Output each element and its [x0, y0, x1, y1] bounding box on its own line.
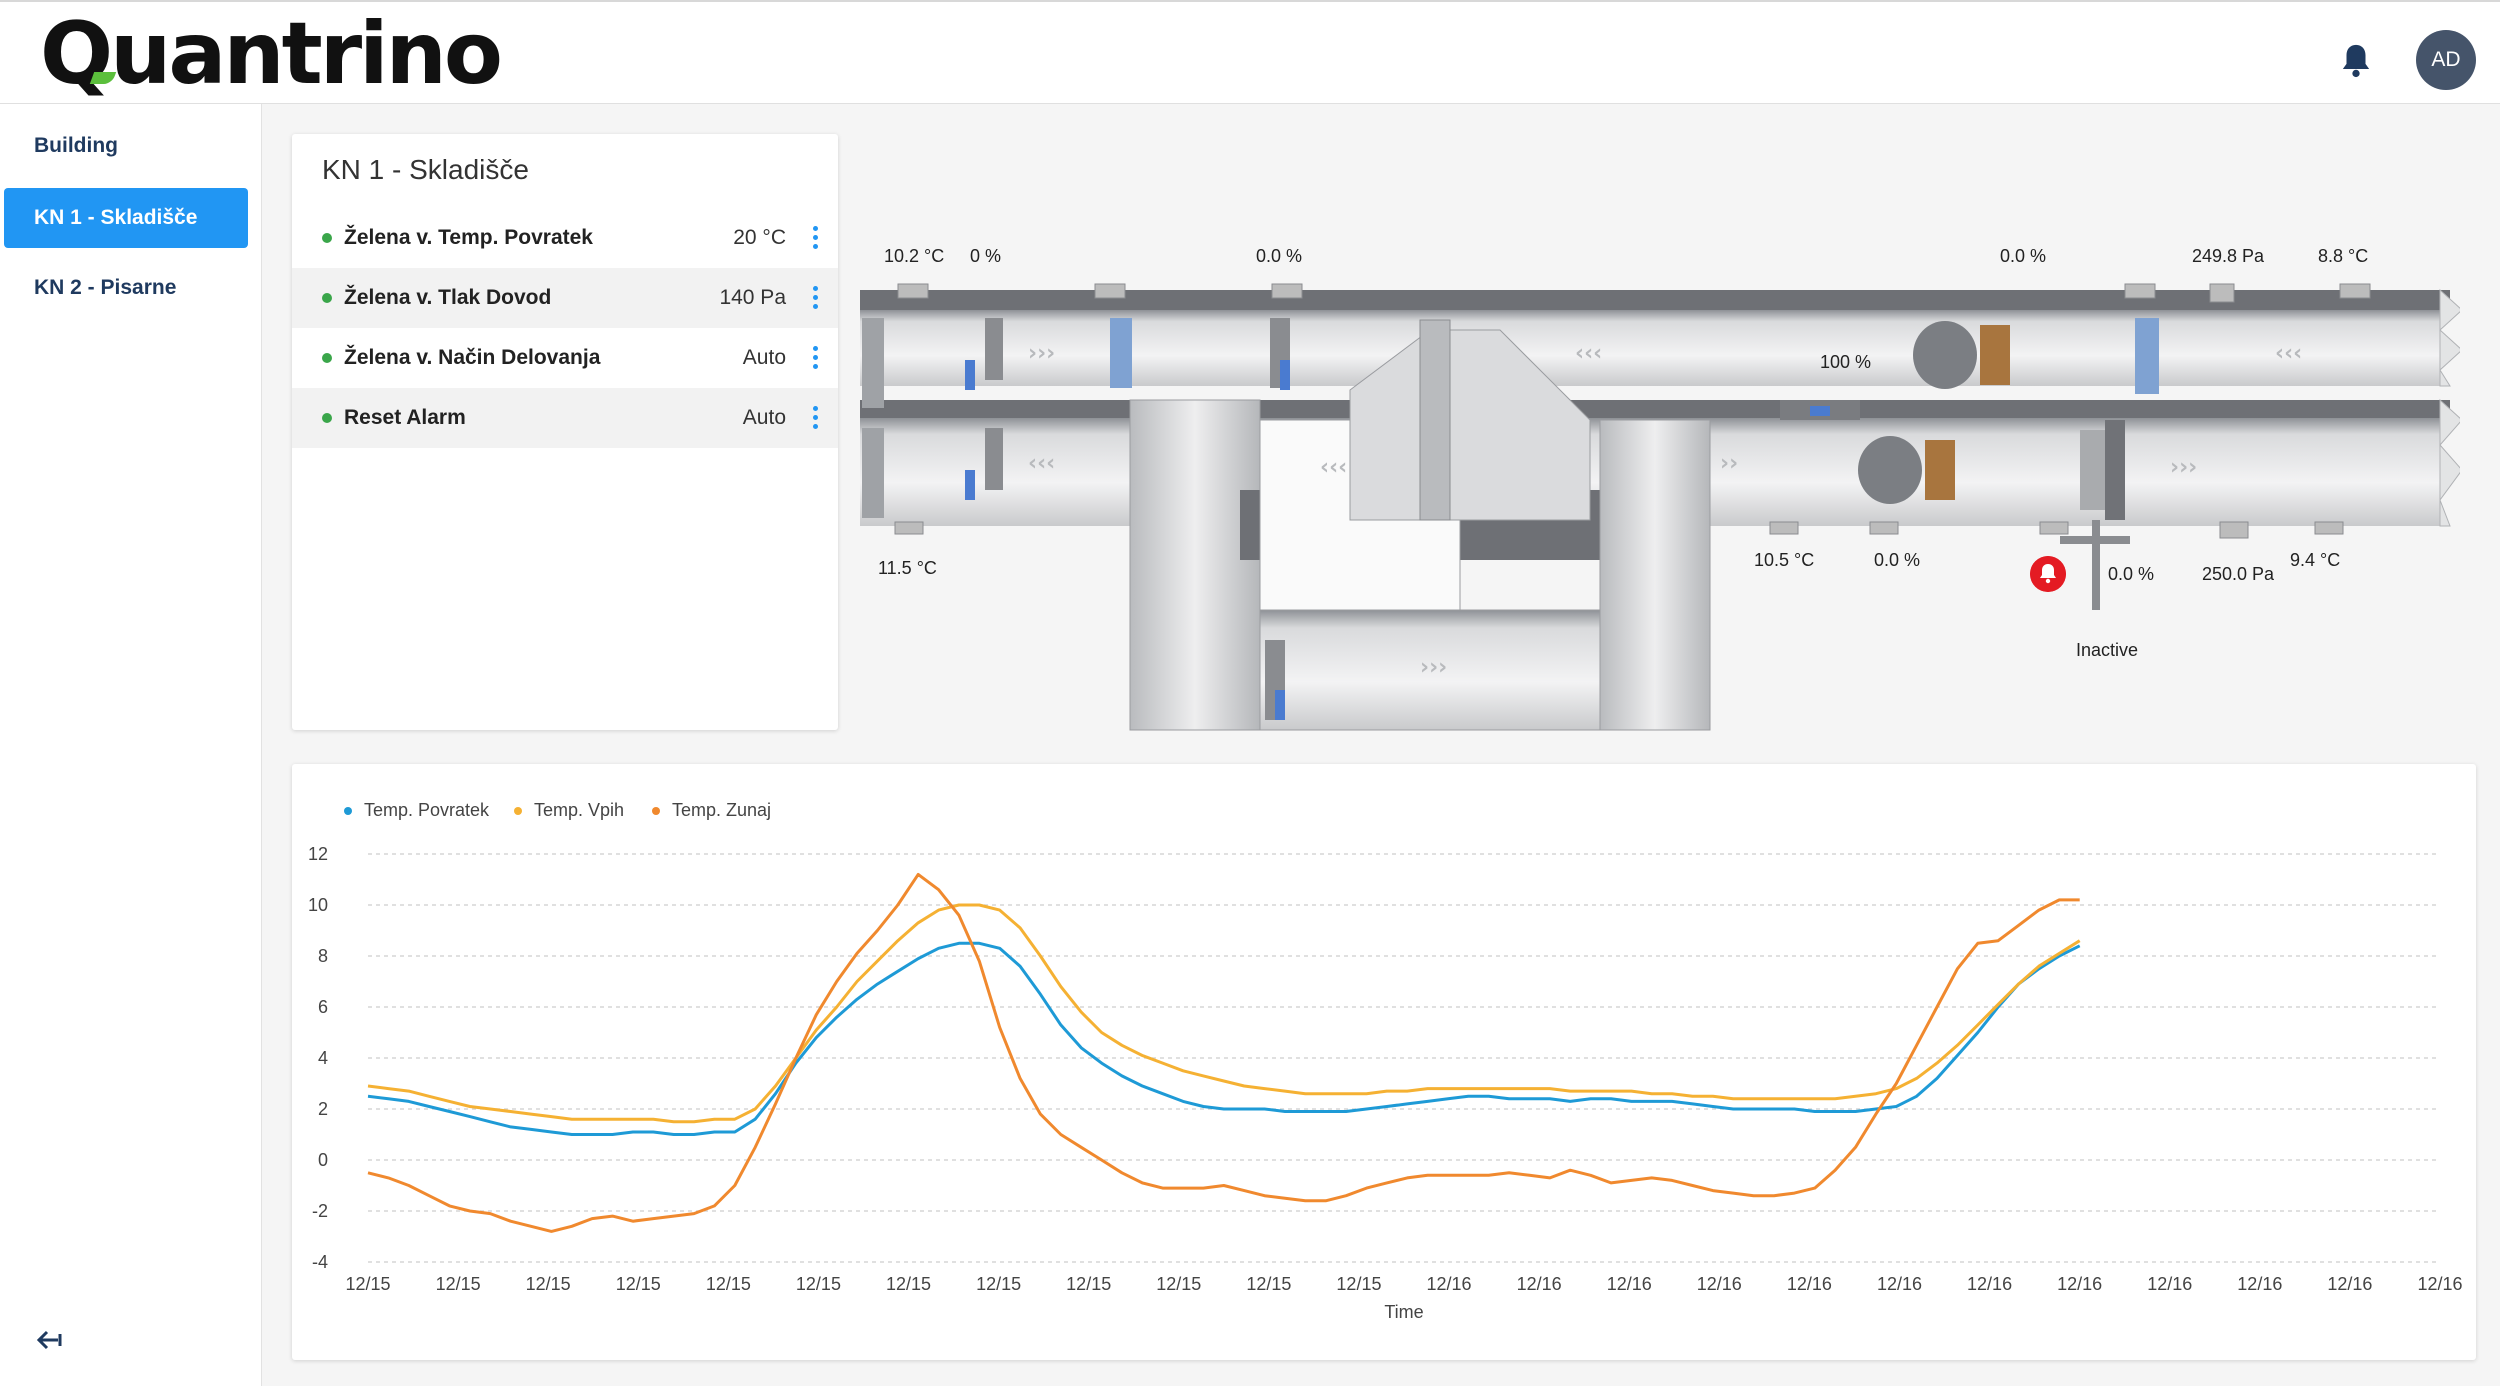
status-dot [322, 233, 332, 243]
app-root: Quantrino AD Building KN 1 - Skladišče K… [0, 0, 2500, 1386]
kebab-menu-icon[interactable] [810, 344, 820, 372]
kebab-menu-icon[interactable] [810, 404, 820, 432]
arrow-left-icon [36, 1330, 62, 1350]
setpoint-value: Auto [742, 346, 786, 369]
setpoint-row: Želena v. Način Delovanja Auto [292, 328, 838, 388]
x-tick-label: 12/15 [1066, 1274, 1111, 1294]
series-line-temp-povratek [367, 941, 2081, 1136]
x-tick-label: 12/16 [2417, 1274, 2462, 1294]
quantrino-logo: Quantrino [40, 4, 503, 104]
x-tick-label: 12/15 [616, 1274, 661, 1294]
readout-bottom-mid-temp: 10.5 °C [1754, 550, 1815, 570]
top-header: Quantrino AD [0, 0, 2500, 104]
setpoint-row: Želena v. Tlak Dovod 140 Pa [292, 268, 838, 328]
sidebar-item-building[interactable]: Building [4, 116, 248, 176]
y-tick-label: 4 [318, 1048, 328, 1068]
x-tick-label: 12/16 [2057, 1274, 2102, 1294]
y-tick-label: 0 [318, 1150, 328, 1170]
temperature-chart-card: Temp. Povratek Temp. Vpih Temp. Zunaj -4… [292, 764, 2476, 1360]
setpoint-card: KN 1 - Skladišče Želena v. Temp. Povrate… [292, 134, 838, 730]
sidebar-item-kn1-skladisce[interactable]: KN 1 - Skladišče [4, 188, 248, 248]
svg-text:‹‹‹: ‹‹‹ [1320, 455, 1347, 480]
card-title: KN 1 - Skladišče [322, 154, 529, 185]
setpoint-label: Reset Alarm [344, 406, 466, 429]
setpoint-row: Reset Alarm Auto [292, 388, 838, 448]
readout-top-right-temp: 8.8 °C [2318, 246, 2369, 266]
svg-text:‹‹‹: ‹‹‹ [1028, 451, 1055, 476]
y-tick-label: -2 [312, 1201, 328, 1221]
supply-duct-top [860, 288, 2460, 387]
x-tick-label: 12/16 [1697, 1274, 1742, 1294]
x-tick-label: 12/15 [1156, 1274, 1201, 1294]
x-tick-label: 12/15 [345, 1274, 390, 1294]
setpoint-value: 140 Pa [719, 286, 786, 309]
x-tick-label: 12/16 [2327, 1274, 2372, 1294]
y-tick-label: -4 [312, 1252, 328, 1272]
readout-top-left-temp: 10.2 °C [884, 246, 945, 266]
x-tick-label: 12/15 [1336, 1274, 1381, 1294]
y-tick-label: 10 [308, 895, 328, 915]
readout-bottom-mid-damper: 0.0 % [1874, 550, 1921, 570]
status-dot [322, 413, 332, 423]
setpoint-value: 20 °C [733, 226, 786, 249]
readout-valve: 0.0 % [2108, 564, 2155, 584]
status-dot [322, 293, 332, 303]
x-tick-label: 12/16 [1607, 1274, 1652, 1294]
y-tick-label: 8 [318, 946, 328, 966]
svg-text:››: ›› [1720, 451, 1738, 476]
collapse-sidebar-button[interactable] [36, 1326, 62, 1357]
x-tick-label: 12/16 [1877, 1274, 1922, 1294]
readout-top-mid-damper: 0.0 % [1256, 246, 1303, 266]
readout-mix-damper: 100 % [1820, 352, 1872, 372]
x-tick-label: 12/15 [796, 1274, 841, 1294]
series-line-temp-zunaj [367, 872, 2080, 1233]
x-tick-label: 12/15 [436, 1274, 481, 1294]
kebab-menu-icon[interactable] [810, 224, 820, 252]
svg-text:›››: ››› [1420, 655, 1447, 680]
sidebar: Building KN 1 - Skladišče KN 2 - Pisarne [0, 104, 262, 1386]
user-avatar[interactable]: AD [2416, 30, 2476, 90]
setpoint-label: Želena v. Temp. Povratek [344, 226, 593, 249]
series-line-temp-vpih [367, 903, 2081, 1124]
x-tick-label: 12/15 [1246, 1274, 1291, 1294]
setpoint-value: Auto [742, 406, 786, 429]
y-tick-label: 2 [318, 1099, 328, 1119]
x-tick-label: 12/16 [1787, 1274, 1832, 1294]
x-tick-label: 12/15 [976, 1274, 1021, 1294]
setpoint-label: Želena v. Tlak Dovod [344, 286, 552, 309]
y-tick-label: 6 [318, 997, 328, 1017]
svg-text:›››: ››› [2170, 455, 2197, 480]
x-tick-label: 12/16 [1967, 1274, 2012, 1294]
ahu-diagram: ›››‹‹‹ ‹‹‹‹‹‹ ›› ››› ‹‹‹››› [860, 283, 2460, 731]
readout-top-right-damper: 0.0 % [2000, 246, 2047, 266]
bell-icon[interactable] [2338, 42, 2374, 80]
svg-text:‹‹‹: ‹‹‹ [1575, 341, 1602, 366]
x-tick-label: 12/16 [1427, 1274, 1472, 1294]
readout-bottom-pressure: 250.0 Pa [2202, 564, 2275, 584]
svg-text:›››: ››› [1028, 341, 1055, 366]
x-tick-label: 12/16 [2147, 1274, 2192, 1294]
ahu-status-label: Inactive [2076, 640, 2139, 660]
y-tick-label: 12 [308, 844, 328, 864]
x-tick-label: 12/16 [1517, 1274, 1562, 1294]
readout-top-pressure: 249.8 Pa [2192, 246, 2265, 266]
x-tick-label: 12/16 [2237, 1274, 2282, 1294]
setpoint-label: Želena v. Način Delovanja [344, 346, 601, 369]
x-tick-label: 12/15 [526, 1274, 571, 1294]
setpoint-row: Želena v. Temp. Povratek 20 °C [292, 208, 838, 268]
readout-bottom-left-temp: 11.5 °C [878, 558, 937, 578]
kebab-menu-icon[interactable] [810, 284, 820, 312]
alarm-bell-icon[interactable] [2030, 556, 2066, 592]
x-axis-title: Time [1384, 1302, 1423, 1322]
readout-bottom-right-temp: 9.4 °C [2290, 550, 2341, 570]
readout-top-left-damper: 0 % [970, 246, 1002, 266]
status-dot [322, 353, 332, 363]
x-tick-label: 12/15 [886, 1274, 931, 1294]
sidebar-item-kn2-pisarne[interactable]: KN 2 - Pisarne [4, 258, 248, 318]
temperature-line-chart: -4 -2 0 2 4 6 8 10 12 12/15 12/15 12/15 12/15 12/15 12… [308, 844, 2463, 1322]
svg-text:‹‹‹: ‹‹‹ [2275, 341, 2302, 366]
x-tick-label: 12/15 [706, 1274, 751, 1294]
